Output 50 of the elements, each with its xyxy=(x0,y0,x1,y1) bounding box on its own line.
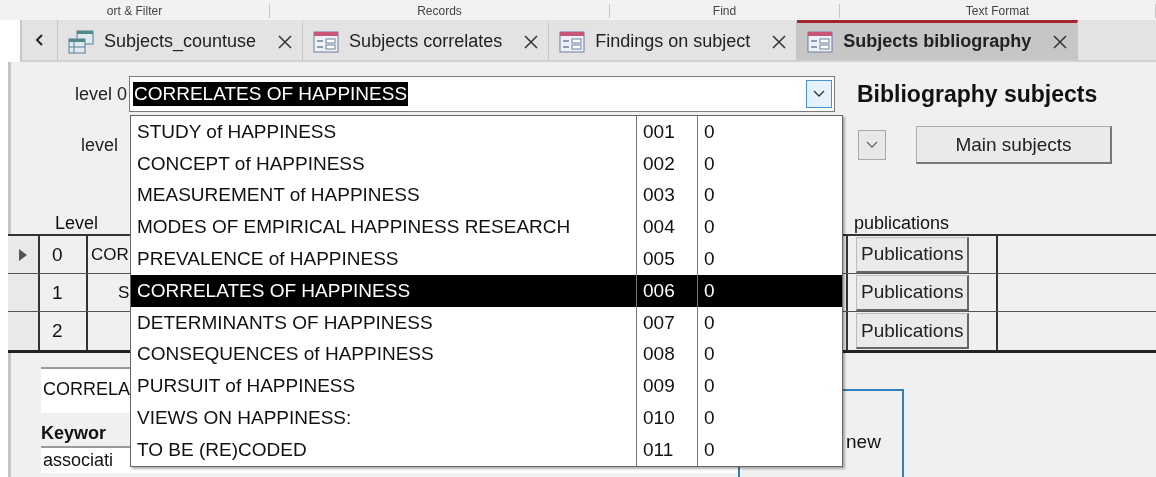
column-header: Level xyxy=(55,213,99,234)
close-icon[interactable] xyxy=(524,34,539,49)
record-selector[interactable] xyxy=(8,274,40,311)
close-icon[interactable] xyxy=(278,34,293,49)
publications-button[interactable]: Publications xyxy=(856,313,970,349)
dropdown-item[interactable]: PURSUIT of HAPPINESS 009 0 xyxy=(131,370,842,403)
publications-button[interactable]: Publications xyxy=(856,236,970,273)
combo-value: CORRELATES OF HAPPINESS xyxy=(133,82,409,106)
level-combo-box[interactable]: CORRELATES OF HAPPINESS xyxy=(129,76,835,112)
close-icon[interactable] xyxy=(772,34,787,49)
close-icon[interactable] xyxy=(1053,34,1068,49)
table-cell: 2 xyxy=(52,320,63,342)
subject-text: COR xyxy=(91,244,129,265)
record-selector[interactable] xyxy=(8,236,40,273)
dropdown-item[interactable]: MODES OF EMPIRICAL HAPPINESS RESEARCH 004 0 xyxy=(131,211,842,244)
table-cell: 0 xyxy=(52,243,63,266)
dropdown-item[interactable]: MEASUREMENT of HAPPINESS 003 0 xyxy=(131,179,842,212)
document-tab[interactable]: Subjects bibliography xyxy=(797,20,1079,60)
ribbon-group-label: Text Format xyxy=(965,4,1030,18)
publications-button[interactable]: Publications xyxy=(856,274,970,311)
column-header: publications xyxy=(854,213,950,234)
field-label: level xyxy=(81,134,120,156)
chevron-down-icon xyxy=(866,141,878,149)
chevron-left-icon xyxy=(34,33,45,47)
query-icon xyxy=(68,29,94,54)
subject-text: S xyxy=(118,282,130,303)
ribbon-group-label: Find xyxy=(712,4,737,18)
current-record-icon xyxy=(19,248,27,261)
ribbon-group-label: ort & Filter xyxy=(106,4,163,18)
dropdown-button[interactable] xyxy=(806,80,832,108)
form-icon xyxy=(313,29,340,54)
panel-text: new xyxy=(846,431,881,453)
chevron-down-icon xyxy=(813,90,825,98)
main-subjects-button[interactable]: Main subjects xyxy=(916,126,1112,164)
ribbon-group-label: Records xyxy=(417,4,462,18)
document-tab[interactable]: Subjects correlates xyxy=(303,20,550,60)
dropdown-item[interactable]: CONSEQUENCES of HAPPINESS 008 0 xyxy=(131,338,842,371)
dropdown-item[interactable]: PREVALENCE of HAPPINESS 005 0 xyxy=(131,243,842,275)
form-title: Bibliography subjects xyxy=(857,80,1098,108)
form-icon xyxy=(559,29,586,54)
document-tab[interactable]: Findings on subject xyxy=(549,20,798,60)
form-icon xyxy=(807,29,834,54)
dropdown-item[interactable]: CORRELATES OF HAPPINESS 006 0 xyxy=(131,275,842,307)
table-cell: 1 xyxy=(52,281,63,304)
field-label: level 0 xyxy=(73,83,128,105)
document-tab[interactable]: Subjects_countuse xyxy=(58,20,304,60)
dropdown-item[interactable]: CONCEPT of HAPPINESS 002 0 xyxy=(131,147,842,180)
dropdown-item[interactable]: DETERMINANTS OF HAPPINESS 007 0 xyxy=(131,306,842,339)
dropdown-item[interactable]: STUDY of HAPPINESS 001 0 xyxy=(131,116,842,148)
record-selector[interactable] xyxy=(8,312,40,350)
